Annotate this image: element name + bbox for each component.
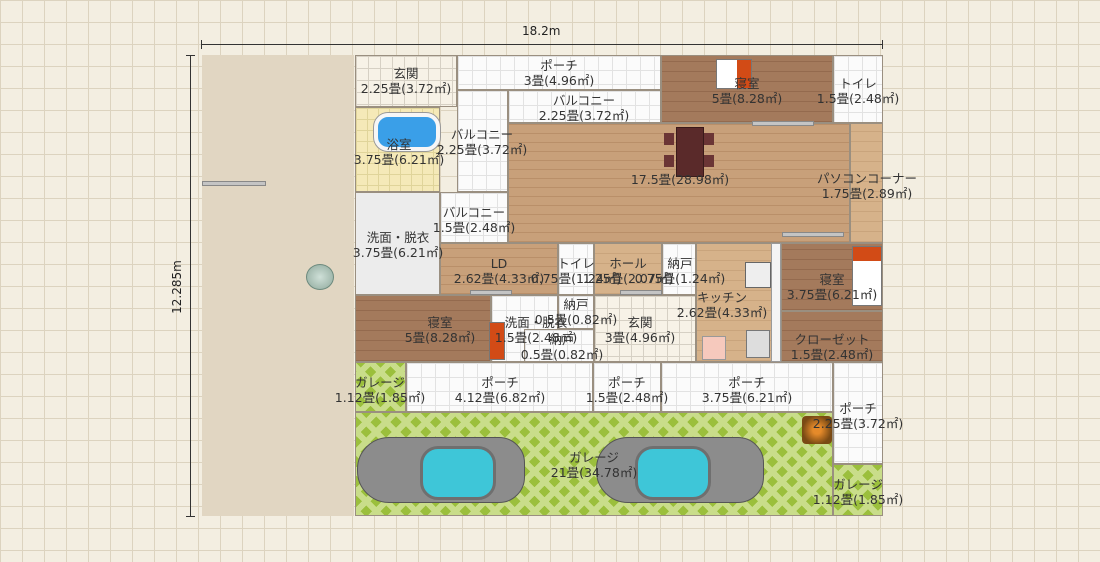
dim-tick [186, 55, 195, 56]
height-dimension-line [190, 55, 191, 516]
car-icon [357, 437, 525, 503]
window-marker [782, 232, 844, 237]
label-storage-1: 納戸 0.75畳(1.24㎡) [634, 256, 726, 286]
label-bedroom-right: 寝室 3.75畳(6.21㎡) [786, 272, 878, 302]
width-dimension: 18.2m [522, 24, 561, 38]
label-entrance-top: 玄関 2.25畳(3.72㎡) [360, 66, 452, 96]
label-porch-3: ポーチ 3.75畳(6.21㎡) [701, 375, 793, 405]
dining-chair-icon [704, 155, 714, 167]
width-dimension-line [201, 44, 883, 45]
label-toilet-top: トイレ 1.5畳(2.48㎡) [816, 76, 900, 106]
label-garage-main: ガレージ 21畳(34.78㎡) [550, 450, 638, 480]
label-dining: 17.5畳(28.98㎡) [630, 172, 730, 187]
label-garage-small-right: ガレージ 1.12畳(1.85㎡) [812, 477, 904, 507]
label-balcony-2: バルコニー 2.25畳(3.72㎡) [436, 127, 528, 157]
label-kitchen: キッチン 2.62畳(4.33㎡) [676, 290, 768, 320]
window-marker [470, 290, 512, 295]
label-porch-2: ポーチ 1.5畳(2.48㎡) [585, 375, 669, 405]
label-bedroom-left: 寝室 5畳(8.28㎡) [404, 315, 476, 345]
label-pc-corner: パソコンコーナー 1.75畳(2.89㎡) [816, 171, 918, 201]
window-marker [752, 121, 814, 126]
window-marker [202, 181, 266, 186]
stove-icon [745, 262, 771, 288]
label-porch-1: ポーチ 4.12畳(6.82㎡) [454, 375, 546, 405]
dim-tick [882, 40, 883, 49]
window-marker [620, 290, 662, 295]
label-storage-3: 納戸 0.5畳(0.82㎡) [520, 332, 604, 362]
label-garage-small-left: ガレージ 1.12畳(1.85㎡) [334, 375, 426, 405]
label-bath: 浴室 3.75畳(6.21㎡) [353, 137, 445, 167]
label-entrance-mid: 玄関 3畳(4.96㎡) [604, 315, 676, 345]
label-porch-top: ポーチ 3畳(4.96㎡) [523, 58, 595, 88]
dim-tick [201, 40, 202, 49]
label-bedroom-top: 寝室 5畳(8.28㎡) [711, 76, 783, 106]
sink-icon [746, 330, 770, 358]
label-closet: クローゼット 1.5畳(2.48㎡) [790, 332, 874, 362]
label-balcony-3: バルコニー 1.5畳(2.48㎡) [432, 205, 516, 235]
plant-icon [306, 264, 334, 290]
dining-chair-icon [664, 133, 674, 145]
counter-icon [771, 243, 781, 362]
fridge-icon [702, 336, 726, 360]
label-washroom-1: 洗面・脱衣 3.75畳(6.21㎡) [352, 230, 444, 260]
label-porch-4: ポーチ 2.25畳(3.72㎡) [812, 401, 904, 431]
exterior-area [202, 55, 354, 516]
height-dimension: 12.285m [169, 260, 184, 314]
dining-chair-icon [704, 133, 714, 145]
dining-chair-icon [664, 155, 674, 167]
label-balcony-1: バルコニー 2.25畳(3.72㎡) [538, 93, 630, 123]
dim-tick [186, 516, 195, 517]
dining-table-icon [676, 127, 704, 177]
